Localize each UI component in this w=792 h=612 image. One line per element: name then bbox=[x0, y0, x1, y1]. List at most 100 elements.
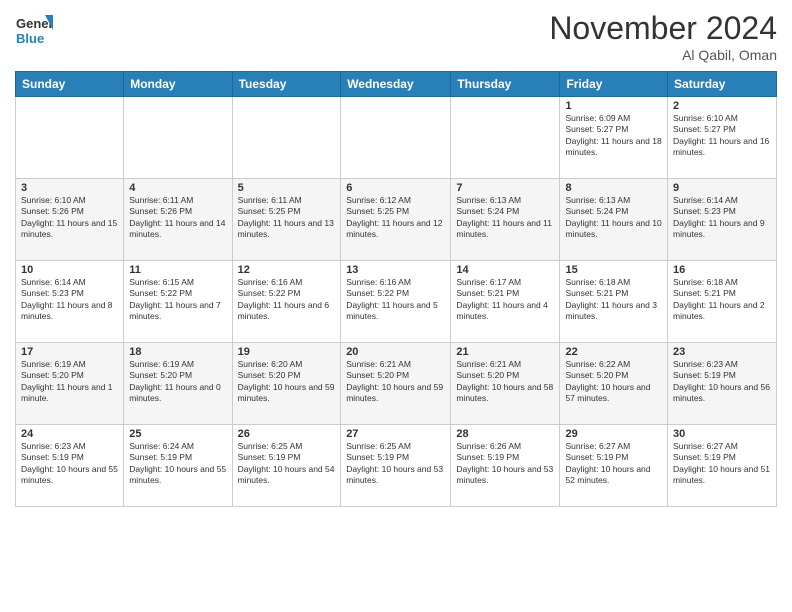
day-info: Sunrise: 6:10 AMSunset: 5:26 PMDaylight:… bbox=[21, 195, 118, 241]
day-info: Sunrise: 6:25 AMSunset: 5:19 PMDaylight:… bbox=[238, 441, 336, 487]
day-number: 6 bbox=[346, 182, 445, 194]
calendar-cell: 13Sunrise: 6:16 AMSunset: 5:22 PMDayligh… bbox=[341, 261, 451, 343]
calendar-cell: 1Sunrise: 6:09 AMSunset: 5:27 PMDaylight… bbox=[560, 97, 668, 179]
day-number: 29 bbox=[565, 428, 662, 440]
day-info: Sunrise: 6:26 AMSunset: 5:19 PMDaylight:… bbox=[456, 441, 554, 487]
calendar-cell: 8Sunrise: 6:13 AMSunset: 5:24 PMDaylight… bbox=[560, 179, 668, 261]
day-info: Sunrise: 6:27 AMSunset: 5:19 PMDaylight:… bbox=[673, 441, 771, 487]
day-info: Sunrise: 6:14 AMSunset: 5:23 PMDaylight:… bbox=[21, 277, 118, 323]
day-info: Sunrise: 6:21 AMSunset: 5:20 PMDaylight:… bbox=[346, 359, 445, 405]
day-info: Sunrise: 6:17 AMSunset: 5:21 PMDaylight:… bbox=[456, 277, 554, 323]
calendar-cell: 22Sunrise: 6:22 AMSunset: 5:20 PMDayligh… bbox=[560, 343, 668, 425]
calendar: Sunday Monday Tuesday Wednesday Thursday… bbox=[15, 71, 777, 507]
calendar-cell bbox=[341, 97, 451, 179]
calendar-cell: 12Sunrise: 6:16 AMSunset: 5:22 PMDayligh… bbox=[232, 261, 341, 343]
day-number: 25 bbox=[129, 428, 226, 440]
day-number: 28 bbox=[456, 428, 554, 440]
location: Al Qabil, Oman bbox=[549, 47, 777, 63]
day-info: Sunrise: 6:18 AMSunset: 5:21 PMDaylight:… bbox=[673, 277, 771, 323]
day-number: 14 bbox=[456, 264, 554, 276]
calendar-cell: 9Sunrise: 6:14 AMSunset: 5:23 PMDaylight… bbox=[668, 179, 777, 261]
calendar-cell: 2Sunrise: 6:10 AMSunset: 5:27 PMDaylight… bbox=[668, 97, 777, 179]
col-saturday: Saturday bbox=[668, 72, 777, 97]
day-number: 11 bbox=[129, 264, 226, 276]
calendar-week-2: 10Sunrise: 6:14 AMSunset: 5:23 PMDayligh… bbox=[16, 261, 777, 343]
day-number: 19 bbox=[238, 346, 336, 358]
calendar-cell bbox=[16, 97, 124, 179]
col-sunday: Sunday bbox=[16, 72, 124, 97]
calendar-cell: 27Sunrise: 6:25 AMSunset: 5:19 PMDayligh… bbox=[341, 425, 451, 507]
calendar-cell: 30Sunrise: 6:27 AMSunset: 5:19 PMDayligh… bbox=[668, 425, 777, 507]
day-number: 21 bbox=[456, 346, 554, 358]
day-info: Sunrise: 6:11 AMSunset: 5:25 PMDaylight:… bbox=[238, 195, 336, 241]
day-number: 7 bbox=[456, 182, 554, 194]
calendar-cell: 19Sunrise: 6:20 AMSunset: 5:20 PMDayligh… bbox=[232, 343, 341, 425]
title-block: November 2024 Al Qabil, Oman bbox=[549, 10, 777, 63]
day-info: Sunrise: 6:19 AMSunset: 5:20 PMDaylight:… bbox=[129, 359, 226, 405]
calendar-cell: 11Sunrise: 6:15 AMSunset: 5:22 PMDayligh… bbox=[124, 261, 232, 343]
day-number: 5 bbox=[238, 182, 336, 194]
day-number: 1 bbox=[565, 100, 662, 112]
day-info: Sunrise: 6:24 AMSunset: 5:19 PMDaylight:… bbox=[129, 441, 226, 487]
month-title: November 2024 bbox=[549, 10, 777, 47]
calendar-cell: 5Sunrise: 6:11 AMSunset: 5:25 PMDaylight… bbox=[232, 179, 341, 261]
day-number: 13 bbox=[346, 264, 445, 276]
day-number: 22 bbox=[565, 346, 662, 358]
calendar-week-4: 24Sunrise: 6:23 AMSunset: 5:19 PMDayligh… bbox=[16, 425, 777, 507]
calendar-cell bbox=[232, 97, 341, 179]
day-info: Sunrise: 6:22 AMSunset: 5:20 PMDaylight:… bbox=[565, 359, 662, 405]
col-tuesday: Tuesday bbox=[232, 72, 341, 97]
logo: General Blue bbox=[15, 10, 53, 53]
calendar-cell: 18Sunrise: 6:19 AMSunset: 5:20 PMDayligh… bbox=[124, 343, 232, 425]
col-thursday: Thursday bbox=[451, 72, 560, 97]
calendar-cell: 17Sunrise: 6:19 AMSunset: 5:20 PMDayligh… bbox=[16, 343, 124, 425]
page: General Blue November 2024 Al Qabil, Oma… bbox=[0, 0, 792, 612]
day-info: Sunrise: 6:20 AMSunset: 5:20 PMDaylight:… bbox=[238, 359, 336, 405]
day-info: Sunrise: 6:19 AMSunset: 5:20 PMDaylight:… bbox=[21, 359, 118, 405]
col-monday: Monday bbox=[124, 72, 232, 97]
day-number: 16 bbox=[673, 264, 771, 276]
calendar-cell: 20Sunrise: 6:21 AMSunset: 5:20 PMDayligh… bbox=[341, 343, 451, 425]
day-info: Sunrise: 6:16 AMSunset: 5:22 PMDaylight:… bbox=[346, 277, 445, 323]
day-number: 15 bbox=[565, 264, 662, 276]
day-number: 26 bbox=[238, 428, 336, 440]
day-info: Sunrise: 6:23 AMSunset: 5:19 PMDaylight:… bbox=[21, 441, 118, 487]
calendar-cell: 23Sunrise: 6:23 AMSunset: 5:19 PMDayligh… bbox=[668, 343, 777, 425]
day-info: Sunrise: 6:13 AMSunset: 5:24 PMDaylight:… bbox=[565, 195, 662, 241]
calendar-week-0: 1Sunrise: 6:09 AMSunset: 5:27 PMDaylight… bbox=[16, 97, 777, 179]
col-wednesday: Wednesday bbox=[341, 72, 451, 97]
day-number: 27 bbox=[346, 428, 445, 440]
calendar-cell bbox=[124, 97, 232, 179]
calendar-cell: 4Sunrise: 6:11 AMSunset: 5:26 PMDaylight… bbox=[124, 179, 232, 261]
calendar-cell: 16Sunrise: 6:18 AMSunset: 5:21 PMDayligh… bbox=[668, 261, 777, 343]
day-info: Sunrise: 6:10 AMSunset: 5:27 PMDaylight:… bbox=[673, 113, 771, 159]
calendar-cell: 21Sunrise: 6:21 AMSunset: 5:20 PMDayligh… bbox=[451, 343, 560, 425]
day-info: Sunrise: 6:25 AMSunset: 5:19 PMDaylight:… bbox=[346, 441, 445, 487]
day-number: 18 bbox=[129, 346, 226, 358]
day-number: 12 bbox=[238, 264, 336, 276]
calendar-cell: 24Sunrise: 6:23 AMSunset: 5:19 PMDayligh… bbox=[16, 425, 124, 507]
calendar-cell: 7Sunrise: 6:13 AMSunset: 5:24 PMDaylight… bbox=[451, 179, 560, 261]
calendar-cell: 29Sunrise: 6:27 AMSunset: 5:19 PMDayligh… bbox=[560, 425, 668, 507]
day-info: Sunrise: 6:23 AMSunset: 5:19 PMDaylight:… bbox=[673, 359, 771, 405]
day-number: 20 bbox=[346, 346, 445, 358]
day-number: 10 bbox=[21, 264, 118, 276]
day-info: Sunrise: 6:13 AMSunset: 5:24 PMDaylight:… bbox=[456, 195, 554, 241]
day-info: Sunrise: 6:18 AMSunset: 5:21 PMDaylight:… bbox=[565, 277, 662, 323]
calendar-cell: 6Sunrise: 6:12 AMSunset: 5:25 PMDaylight… bbox=[341, 179, 451, 261]
day-number: 4 bbox=[129, 182, 226, 194]
calendar-cell bbox=[451, 97, 560, 179]
day-info: Sunrise: 6:11 AMSunset: 5:26 PMDaylight:… bbox=[129, 195, 226, 241]
day-number: 17 bbox=[21, 346, 118, 358]
logo-icon: General Blue bbox=[15, 10, 53, 48]
calendar-cell: 25Sunrise: 6:24 AMSunset: 5:19 PMDayligh… bbox=[124, 425, 232, 507]
day-info: Sunrise: 6:12 AMSunset: 5:25 PMDaylight:… bbox=[346, 195, 445, 241]
calendar-week-3: 17Sunrise: 6:19 AMSunset: 5:20 PMDayligh… bbox=[16, 343, 777, 425]
calendar-cell: 28Sunrise: 6:26 AMSunset: 5:19 PMDayligh… bbox=[451, 425, 560, 507]
day-number: 23 bbox=[673, 346, 771, 358]
calendar-cell: 14Sunrise: 6:17 AMSunset: 5:21 PMDayligh… bbox=[451, 261, 560, 343]
day-info: Sunrise: 6:15 AMSunset: 5:22 PMDaylight:… bbox=[129, 277, 226, 323]
calendar-cell: 15Sunrise: 6:18 AMSunset: 5:21 PMDayligh… bbox=[560, 261, 668, 343]
day-info: Sunrise: 6:16 AMSunset: 5:22 PMDaylight:… bbox=[238, 277, 336, 323]
day-number: 24 bbox=[21, 428, 118, 440]
